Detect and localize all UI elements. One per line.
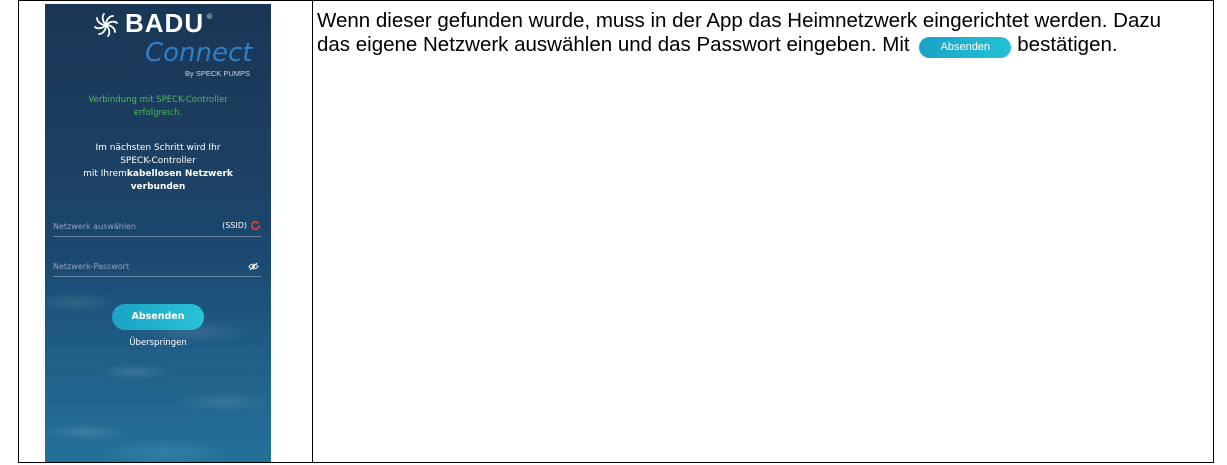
inline-submit-button-image: Absenden [919,37,1012,58]
badu-swirl-logo-icon [94,13,118,37]
connection-status-line2: erfolgreich. [133,108,183,118]
document-table: BADU ® Connect By SPECK PUMPS Verbindung… [18,0,1214,463]
brand-byline: By SPECK PUMPS [185,69,251,78]
instruction-cell: Wenn dieser gefunden wurde, muss in der … [313,1,1213,462]
next-step-line2: SPECK-Controller [120,156,196,166]
network-select-field[interactable]: Netzwerk auswählen (SSID) [53,218,261,237]
next-step-line1: Im nächsten Schritt wird Ihr [95,143,221,153]
next-step-line4-bold: verbunden [130,182,186,192]
network-field-label: Netzwerk auswählen [53,222,137,231]
skip-link[interactable]: Überspringen [51,338,265,348]
instruction-text-after: bestätigen. [1017,33,1118,56]
next-step-line4: verbunden [51,181,265,194]
brand-name: BADU [125,8,205,38]
password-field[interactable]: Netzwerk-Passwort [53,258,261,277]
eye-slash-icon[interactable] [248,262,259,271]
registered-mark: ® [207,14,213,21]
password-field-label: Netzwerk-Passwort [53,262,130,271]
brand-subtitle: Connect [145,38,253,68]
app-screenshot: BADU ® Connect By SPECK PUMPS Verbindung… [45,4,271,462]
refresh-icon[interactable] [250,220,261,231]
connection-status: Verbindung mit SPECK-Controller erfolgre… [51,94,265,120]
instruction-text: Wenn dieser gefunden wurde, muss in der … [317,9,1197,58]
next-step-line3-bold: kabellosen Netzwerk [126,169,233,179]
submit-button[interactable]: Absenden [112,304,204,330]
screenshot-cell: BADU ® Connect By SPECK PUMPS Verbindung… [19,1,313,462]
connection-status-line1: Verbindung mit SPECK-Controller [88,95,228,105]
ssid-label: (SSID) [222,221,247,230]
next-step-line3-prefix: mit Ihrem [83,169,127,179]
water-background [45,262,271,462]
next-step-text: Im nächsten Schritt wird Ihr SPECK-Contr… [51,142,265,194]
next-step-line3: mit Ihremkabellosen Netzwerk [51,168,265,181]
